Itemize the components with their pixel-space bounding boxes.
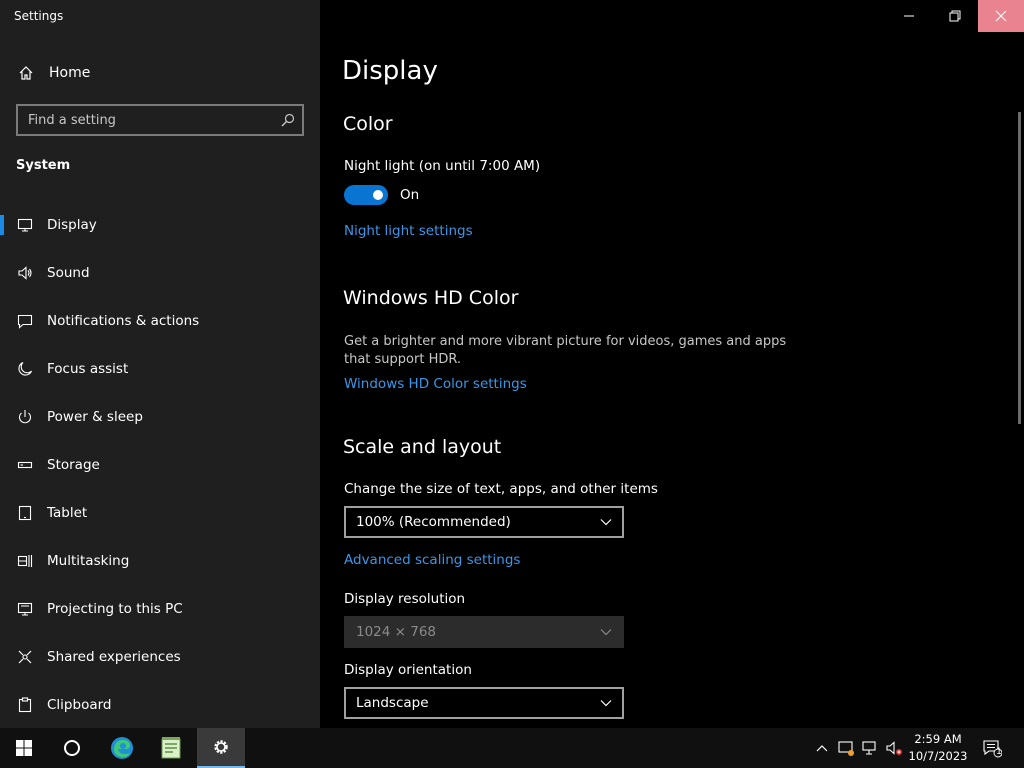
chevron-up-icon <box>816 745 828 752</box>
settings-taskbar-button[interactable] <box>197 728 245 768</box>
sidebar-item-label: Shared experiences <box>47 649 181 665</box>
resolution-dropdown: 1024 × 768 <box>344 616 624 648</box>
main-content: Display Color Night light (on until 7:00… <box>320 0 1024 728</box>
sidebar-item-label: Focus assist <box>47 361 129 377</box>
security-icon <box>838 741 854 756</box>
taskbar-clock[interactable]: 2:59 AM 10/7/2023 <box>908 731 968 765</box>
scrollbar[interactable] <box>1018 112 1021 424</box>
sidebar-item-label: Display <box>47 217 97 233</box>
sidebar-item-label: Storage <box>47 457 100 473</box>
volume-muted-icon <box>886 741 902 755</box>
notification-icon <box>16 312 34 330</box>
notepad-icon <box>161 737 181 759</box>
scale-dropdown[interactable]: 100% (Recommended) <box>344 506 624 538</box>
sidebar-item-label: Sound <box>47 265 90 281</box>
advanced-scaling-link[interactable]: Advanced scaling settings <box>344 552 520 568</box>
projecting-icon <box>16 600 34 618</box>
night-light-label: Night light (on until 7:00 AM) <box>344 158 541 174</box>
moon-icon <box>16 360 34 378</box>
search-icon[interactable] <box>274 106 302 134</box>
home-button[interactable]: Home <box>0 55 320 91</box>
night-light-settings-link[interactable]: Night light settings <box>344 223 473 239</box>
speaker-icon <box>16 264 34 282</box>
chevron-down-icon <box>600 519 612 526</box>
hd-color-heading: Windows HD Color <box>343 287 519 309</box>
close-button[interactable] <box>978 0 1024 32</box>
search-button[interactable] <box>48 728 96 768</box>
taskbar: 2:59 AM 10/7/2023 1 <box>0 728 1024 768</box>
chevron-down-icon <box>600 629 612 636</box>
sidebar-item-label: Tablet <box>47 505 88 521</box>
gear-icon <box>214 740 228 754</box>
orientation-dropdown[interactable]: Landscape <box>344 687 624 719</box>
volume-tray-button[interactable] <box>884 738 904 758</box>
show-hidden-icons-button[interactable] <box>812 738 832 758</box>
sidebar-item-label: Multitasking <box>47 553 130 569</box>
restore-icon <box>949 10 961 22</box>
sidebar-item-tablet[interactable]: Tablet <box>0 489 320 537</box>
sidebar-item-storage[interactable]: Storage <box>0 441 320 489</box>
minimize-button[interactable] <box>886 0 932 32</box>
clipboard-icon <box>16 696 34 714</box>
search-box[interactable] <box>16 104 304 136</box>
sidebar-item-focus-assist[interactable]: Focus assist <box>0 345 320 393</box>
sidebar-nav: Display Sound Notifications & actions Fo… <box>0 201 320 729</box>
sidebar-item-label: Notifications & actions <box>47 313 200 329</box>
page-title: Display <box>342 56 438 86</box>
action-center-button[interactable]: 1 <box>982 738 1002 758</box>
hd-color-description: Get a brighter and more vibrant picture … <box>344 334 787 367</box>
sidebar-item-notifications[interactable]: Notifications & actions <box>0 297 320 345</box>
restore-button[interactable] <box>932 0 978 32</box>
security-tray-button[interactable] <box>836 738 856 758</box>
network-icon <box>862 741 876 755</box>
size-label: Change the size of text, apps, and other… <box>344 481 658 497</box>
monitor-icon <box>16 216 34 234</box>
home-label: Home <box>49 65 91 81</box>
sidebar-item-label: Projecting to this PC <box>47 601 183 617</box>
color-heading: Color <box>343 113 393 135</box>
night-light-toggle[interactable] <box>344 185 388 205</box>
app-title: Settings <box>14 9 64 23</box>
network-tray-button[interactable] <box>860 738 880 758</box>
hd-color-settings-link[interactable]: Windows HD Color settings <box>344 376 527 392</box>
multitasking-icon <box>16 552 34 570</box>
sidebar-item-power-sleep[interactable]: Power & sleep <box>0 393 320 441</box>
edge-browser-icon <box>111 737 133 759</box>
power-icon <box>16 408 34 426</box>
scale-layout-heading: Scale and layout <box>343 436 502 458</box>
sidebar-item-clipboard[interactable]: Clipboard <box>0 681 320 729</box>
sidebar-item-sound[interactable]: Sound <box>0 249 320 297</box>
sidebar-item-label: Clipboard <box>47 697 112 713</box>
section-heading: System <box>16 158 71 173</box>
start-button[interactable] <box>0 728 48 768</box>
minimize-icon <box>904 15 914 17</box>
home-icon <box>17 64 35 82</box>
clock-time: 2:59 AM <box>914 732 962 746</box>
orientation-label: Display orientation <box>344 662 472 678</box>
search-input[interactable] <box>18 112 274 128</box>
sidebar-item-shared-experiences[interactable]: Shared experiences <box>0 633 320 681</box>
cortana-circle-icon <box>64 740 80 756</box>
windows-logo-icon <box>16 740 32 756</box>
sidebar-item-multitasking[interactable]: Multitasking <box>0 537 320 585</box>
resolution-label: Display resolution <box>344 591 466 607</box>
shared-icon <box>16 648 34 666</box>
edge-taskbar-button[interactable] <box>98 728 146 768</box>
sidebar-item-label: Power & sleep <box>47 409 143 425</box>
storage-icon <box>16 456 34 474</box>
dropdown-value: Landscape <box>356 695 429 711</box>
sidebar-item-display[interactable]: Display <box>0 201 320 249</box>
chevron-down-icon <box>600 700 612 707</box>
notepad-taskbar-button[interactable] <box>147 728 195 768</box>
notification-count-badge: 1 <box>996 747 1002 757</box>
dropdown-value: 100% (Recommended) <box>356 514 511 530</box>
toggle-state-label: On <box>400 187 420 203</box>
sidebar: Settings Home System Display Sound <box>0 0 320 728</box>
tablet-icon <box>16 504 34 522</box>
clock-date: 10/7/2023 <box>908 749 968 763</box>
close-icon <box>995 10 1007 22</box>
sidebar-item-projecting[interactable]: Projecting to this PC <box>0 585 320 633</box>
dropdown-value: 1024 × 768 <box>356 624 437 640</box>
